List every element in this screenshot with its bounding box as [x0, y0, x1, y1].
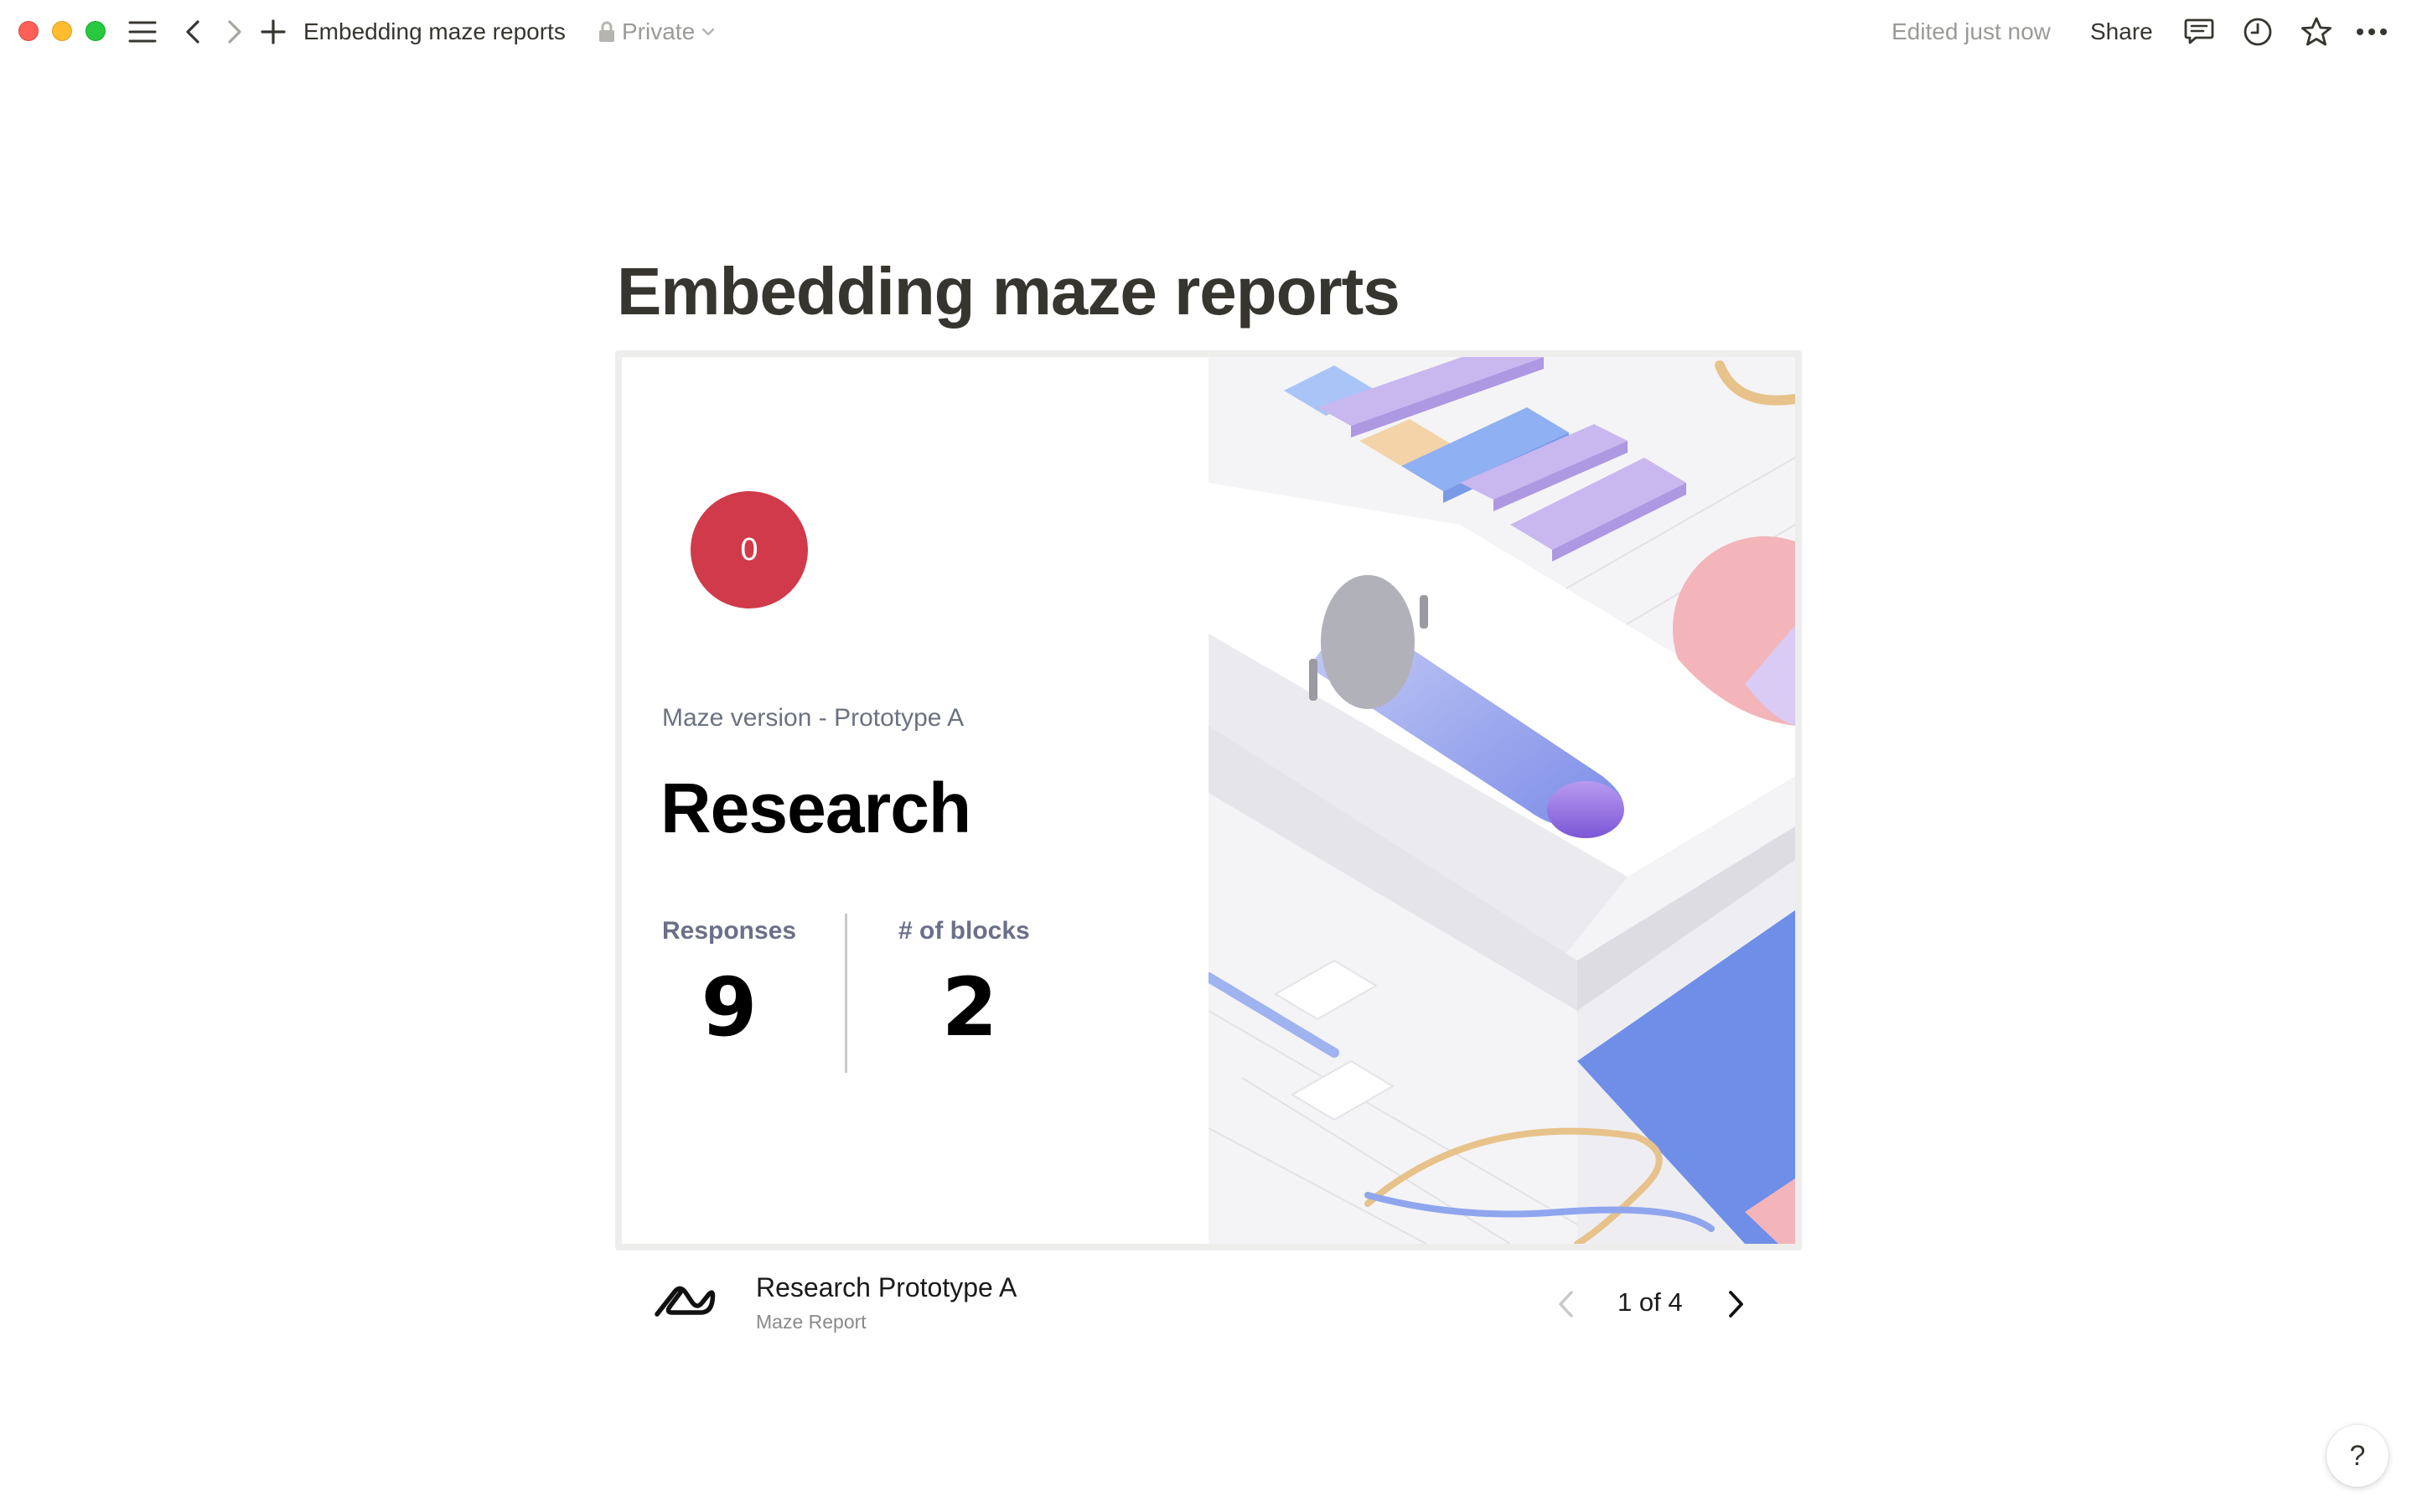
- star-icon[interactable]: [2300, 15, 2333, 49]
- stat-value-responses: 9: [701, 961, 758, 1054]
- privacy-label: Private: [622, 18, 696, 44]
- next-page-icon[interactable]: [1718, 1286, 1755, 1323]
- comment-icon[interactable]: [2182, 15, 2216, 49]
- maze-logo-icon: [650, 1276, 719, 1326]
- report-subtitle: Maze Report: [756, 1311, 867, 1333]
- score-badge: 0: [691, 491, 808, 608]
- history-icon[interactable]: [2241, 15, 2275, 49]
- breadcrumb[interactable]: Embedding maze reports: [303, 17, 566, 47]
- more-icon[interactable]: [2355, 15, 2389, 49]
- menu-icon[interactable]: [126, 15, 159, 49]
- add-icon[interactable]: [256, 15, 290, 49]
- stat-label-blocks: # of blocks: [898, 917, 1030, 945]
- chevron-down-icon: [701, 28, 715, 36]
- minimize-window-button[interactable]: [52, 21, 72, 41]
- maze-version-label: Maze version - Prototype A: [662, 704, 965, 732]
- stat-divider: [845, 914, 847, 1073]
- maze-report-embed[interactable]: 0 Maze version - Prototype A Research Re…: [615, 350, 1802, 1251]
- privacy-selector[interactable]: Private: [598, 17, 715, 47]
- help-button[interactable]: ?: [2326, 1425, 2389, 1487]
- page-title[interactable]: Embedding maze reports: [617, 250, 1400, 334]
- maze-illustration: [1208, 357, 1795, 1244]
- report-title[interactable]: Research Prototype A: [756, 1272, 1017, 1303]
- close-window-button[interactable]: [18, 21, 39, 41]
- back-icon[interactable]: [176, 15, 210, 49]
- maze-title: Research: [660, 769, 971, 847]
- edited-status: Edited just now: [1892, 18, 2051, 44]
- forward-icon[interactable]: [218, 15, 251, 49]
- zoom-window-button[interactable]: [85, 21, 106, 41]
- share-button[interactable]: Share: [2090, 17, 2153, 47]
- title-bar: Embedding maze reports Private Edited ju…: [0, 0, 2417, 64]
- previous-page-icon[interactable]: [1547, 1286, 1584, 1323]
- page-indicator: 1 of 4: [1617, 1287, 1683, 1317]
- stat-label-responses: Responses: [662, 917, 797, 945]
- report-summary-panel: 0 Maze version - Prototype A Research Re…: [622, 357, 1208, 1244]
- stat-value-blocks: 2: [941, 961, 998, 1054]
- lock-icon: [599, 21, 614, 42]
